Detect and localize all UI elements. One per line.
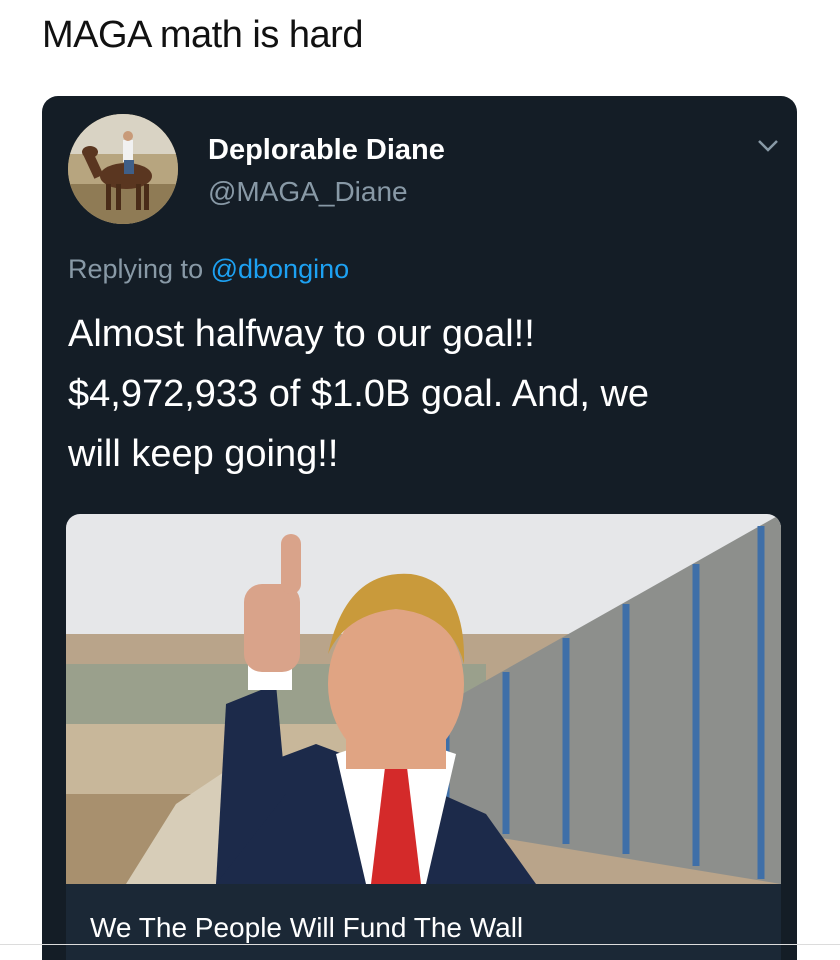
user-handle[interactable]: @MAGA_Diane: [208, 176, 408, 208]
reply-context: Replying to @dbongino: [68, 254, 349, 285]
tweet-text: Almost halfway to our goal!! $4,972,933 …: [68, 313, 650, 475]
card-image[interactable]: [66, 514, 781, 884]
divider: [0, 944, 840, 945]
link-preview-card[interactable]: We The People Will Fund The Wall: [66, 514, 781, 960]
replying-label: Replying to: [68, 254, 211, 284]
meme-caption: MAGA math is hard: [42, 14, 363, 56]
card-title[interactable]: We The People Will Fund The Wall: [90, 912, 523, 944]
display-name[interactable]: Deplorable Diane: [208, 134, 445, 167]
avatar[interactable]: [68, 114, 178, 224]
chevron-down-icon[interactable]: [755, 133, 781, 159]
reply-mention-link[interactable]: @dbongino: [211, 254, 350, 284]
tweet-card[interactable]: Deplorable Diane @MAGA_Diane Replying to…: [42, 96, 797, 960]
